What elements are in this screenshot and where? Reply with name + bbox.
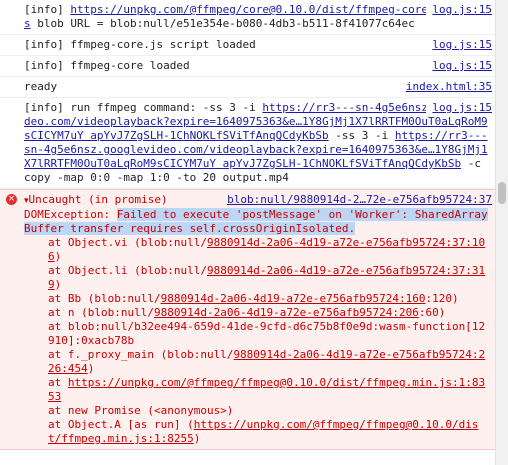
scrollbar-thumb[interactable] [498, 182, 506, 204]
error-message: × blob:null/9880914d-2…72e-e756afb95724:… [0, 189, 496, 450]
console-message: log.js:15 [info] ffmpeg-core.js script l… [0, 35, 496, 56]
message-source-link[interactable]: index.html:35 [399, 80, 492, 94]
stack-frame: at n (blob:null/9880914d-2a06-4d19-a72e-… [48, 306, 446, 319]
stack-frame-link[interactable]: 9880914d-2a06-4d19-a72e-e756afb95724:206 [154, 306, 419, 319]
exception-text: DOMException: Failed to execute 'postMes… [24, 208, 488, 235]
console-scrollbar[interactable] [495, 0, 508, 465]
stack-frame: at Bb (blob:null/9880914d-2a06-4d19-a72e… [48, 292, 459, 305]
stack-frame-link[interactable]: https://unpkg.com/@ffmpeg/ffmpeg@0.10.0/… [48, 376, 485, 403]
message-source-link[interactable]: log.js:15 [426, 59, 492, 73]
message-source-link[interactable]: log.js:15 [426, 3, 492, 17]
stack-frame: at new Promise (<anonymous>) [48, 404, 234, 417]
message-source-link[interactable]: log.js:15 [426, 101, 492, 115]
stack-frame: at Object.vi (blob:null/9880914d-2a06-4d… [48, 236, 486, 263]
error-title: Uncaught (in promise) [28, 193, 168, 206]
stack-frame: at Object.li (blob:null/9880914d-2a06-4d… [48, 264, 486, 291]
message-source-link[interactable]: log.js:15 [426, 38, 492, 52]
stack-frame: at blob:null/b32ee494-659d-41de-9cfd-d6c… [48, 320, 486, 347]
console-message: log.js:15 [info] ffmpeg-core loaded [0, 56, 496, 77]
stack-frame-link[interactable]: 9880914d-2a06-4d19-a72e-e756afb95724:160 [161, 292, 426, 305]
console-message: log.js:15 [info] run ffmpeg command: -ss… [0, 98, 496, 189]
console-message: index.html:35 ready [0, 77, 496, 98]
error-source-link[interactable]: blob:null/9880914d-2…72e-e756afb95724:37 [223, 193, 492, 207]
console-panel: log.js:15 [info] https://unpkg.com/@ffmp… [0, 0, 496, 465]
error-icon: × [6, 194, 17, 205]
console-message: log.js:15 [info] https://unpkg.com/@ffmp… [0, 0, 496, 35]
stack-frame: at https://unpkg.com/@ffmpeg/ffmpeg@0.10… [48, 376, 486, 403]
stack-frame: at f._proxy_main (blob:null/9880914d-2a0… [48, 348, 486, 375]
stack-frame: at Object.A [as run] (https://unpkg.com/… [48, 418, 479, 445]
